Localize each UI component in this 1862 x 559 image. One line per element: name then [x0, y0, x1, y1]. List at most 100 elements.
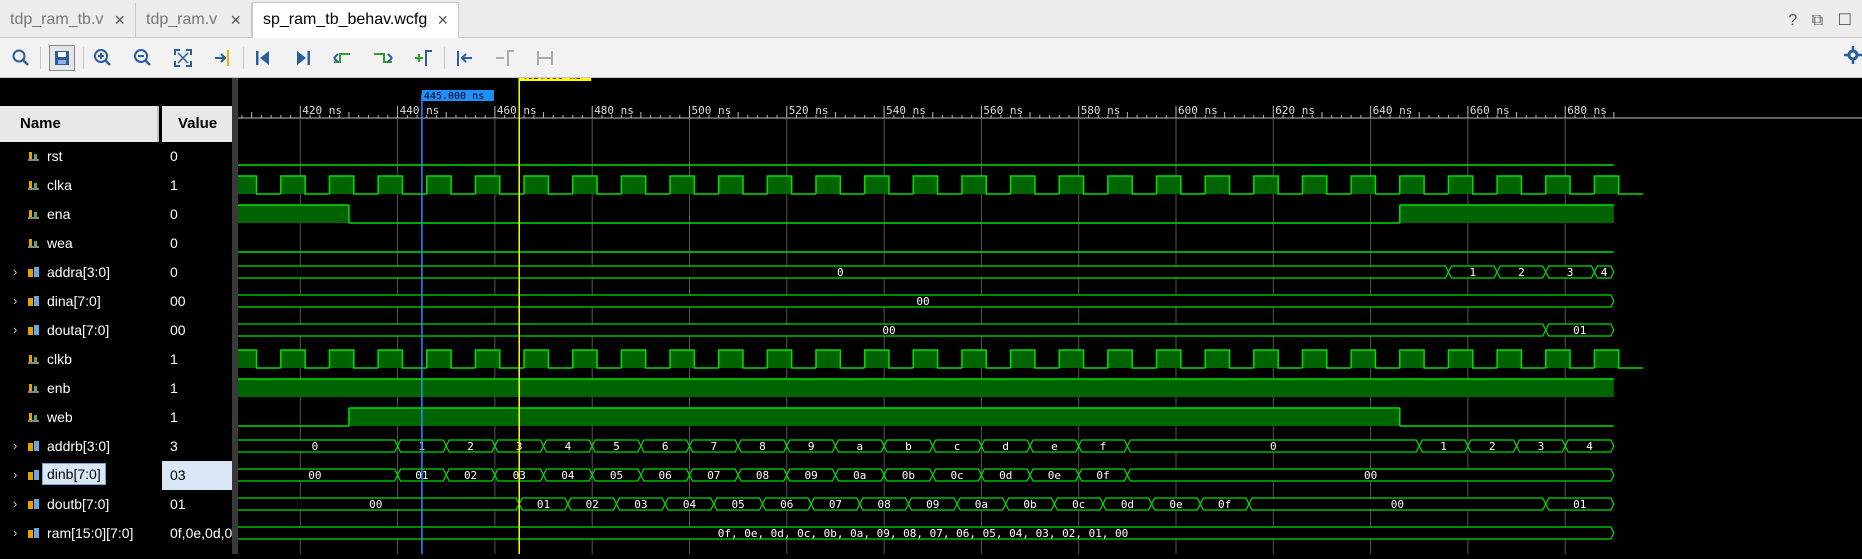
- bus-signal-icon: [28, 325, 39, 335]
- clock-high-fill: [1497, 350, 1522, 368]
- next-transition-icon[interactable]: [370, 45, 396, 71]
- next-marker-icon[interactable]: [492, 45, 518, 71]
- wave-high-fill: [1399, 205, 1614, 223]
- bus-value-label: 0b: [1023, 498, 1036, 511]
- bus-value-label: 3: [1538, 440, 1545, 453]
- signal-name: douta[7:0]: [47, 322, 110, 338]
- zoom-in-icon[interactable]: [90, 45, 116, 71]
- ruler-tick-label: 600 ns: [1178, 104, 1218, 117]
- tab-tdp-ram[interactable]: tdp_ram.v ×: [136, 3, 252, 37]
- bus-value-label: 1: [1469, 266, 1476, 279]
- wave-high-fill: [232, 379, 1614, 397]
- signal-name: addrb[3:0]: [47, 438, 111, 454]
- signal-row[interactable]: › douta[7:0]: [0, 316, 159, 345]
- ruler-tick-label: 680 ns: [1567, 104, 1607, 117]
- clock-high-fill: [1107, 176, 1133, 194]
- clock-high-fill: [718, 350, 744, 368]
- expand-chevron-icon[interactable]: ›: [13, 496, 17, 511]
- tab-tdp-ram-tb[interactable]: tdp_ram_tb.v ×: [0, 3, 136, 37]
- bit-signal-icon: [28, 181, 39, 190]
- bus-value-label: 7: [711, 440, 718, 453]
- close-icon[interactable]: ×: [114, 3, 125, 37]
- wave-high-fill: [232, 205, 349, 223]
- ruler-tick-label: 660 ns: [1470, 104, 1510, 117]
- clock-high-fill: [621, 176, 646, 194]
- signal-value: 3: [170, 438, 178, 454]
- signal-row[interactable]: web: [0, 403, 159, 432]
- signal-row[interactable]: ena: [0, 200, 159, 229]
- signal-row[interactable]: clkb: [0, 345, 159, 374]
- expand-chevron-icon[interactable]: ›: [13, 438, 17, 453]
- signal-row[interactable]: clka: [0, 171, 159, 200]
- signal-row[interactable]: › ram[15:0][7:0]: [0, 519, 159, 548]
- name-column-header[interactable]: Name: [0, 106, 159, 142]
- clock-high-fill: [1059, 350, 1084, 368]
- clock-high-fill: [1594, 350, 1619, 368]
- bus-signal-icon: [28, 296, 39, 306]
- wave-high-fill: [348, 408, 1400, 426]
- clock-high-fill: [621, 350, 646, 368]
- signal-row[interactable]: › doutb[7:0]: [0, 490, 159, 519]
- go-to-cursor-icon[interactable]: [210, 45, 236, 71]
- zoom-out-icon[interactable]: [130, 45, 156, 71]
- signal-value: 1: [170, 351, 178, 367]
- clock-high-fill: [524, 176, 549, 194]
- signal-row[interactable]: › dinb[7:0]: [0, 461, 159, 490]
- expand-chevron-icon[interactable]: ›: [13, 467, 17, 482]
- value-column-header[interactable]: Value: [162, 106, 232, 142]
- search-icon[interactable]: [8, 45, 34, 71]
- waveform-area[interactable]: 420 ns 440 ns 460 ns 480 ns 500 ns 520 ns 540 …: [202, 70, 1862, 554]
- tab-sp-ram-tb-behav-wcfg[interactable]: sp_ram_tb_behav.wcfg ×: [252, 2, 459, 39]
- bus-signal-icon: [28, 441, 39, 451]
- bus-value-label: 00: [369, 498, 382, 511]
- signal-name: ena: [47, 206, 71, 222]
- signal-row[interactable]: › addrb[3:0]: [0, 432, 159, 461]
- close-icon[interactable]: ×: [230, 3, 241, 37]
- gear-icon[interactable]: [1844, 46, 1862, 70]
- clock-high-fill: [1351, 176, 1376, 194]
- swap-cursors-icon[interactable]: [532, 45, 558, 71]
- signal-row[interactable]: rst: [0, 142, 159, 171]
- expand-chevron-icon[interactable]: ›: [13, 322, 17, 337]
- signal-value: 0: [170, 206, 178, 222]
- bit-signal-icon: [28, 210, 39, 219]
- signal-row[interactable]: enb: [0, 374, 159, 403]
- signal-name: clkb: [47, 351, 72, 367]
- previous-transition-icon[interactable]: [330, 45, 356, 71]
- bus-signal-icon: [28, 499, 39, 509]
- ruler-tick-label: 460 ns: [497, 104, 537, 117]
- signal-row[interactable]: › dina[7:0]: [0, 287, 159, 316]
- bus-value-label: 0e: [1048, 469, 1061, 482]
- ruler-tick-label: 420 ns: [302, 104, 342, 117]
- go-to-last-time-icon[interactable]: [290, 45, 316, 71]
- restore-icon[interactable]: ⧉: [1812, 12, 1823, 29]
- add-marker-icon[interactable]: [410, 45, 436, 71]
- clock-high-fill: [670, 176, 695, 194]
- bus-value-label: 05: [610, 469, 623, 482]
- clock-high-fill: [1010, 350, 1035, 368]
- signal-row[interactable]: wea: [0, 229, 159, 258]
- expand-chevron-icon[interactable]: ›: [13, 293, 17, 308]
- close-icon[interactable]: ×: [437, 3, 448, 37]
- bus-value-label: 04: [683, 498, 697, 511]
- tab-label: sp_ram_tb_behav.wcfg: [263, 11, 428, 28]
- clock-high-fill: [1205, 350, 1230, 368]
- bus-value-label: 0a: [975, 498, 988, 511]
- signal-value: 1: [170, 177, 178, 193]
- bus-value-label: 8: [759, 440, 766, 453]
- expand-chevron-icon[interactable]: ›: [13, 525, 17, 540]
- previous-marker-icon[interactable]: [452, 45, 478, 71]
- clock-high-fill: [329, 350, 354, 368]
- zoom-fit-icon[interactable]: [170, 45, 196, 71]
- signal-name: ram[15:0][7:0]: [47, 525, 134, 541]
- save-icon[interactable]: [49, 45, 75, 71]
- help-icon[interactable]: ?: [1788, 12, 1797, 29]
- clock-high-fill: [280, 176, 306, 194]
- ruler-tick-label: 580 ns: [1081, 104, 1121, 117]
- waveform-canvas[interactable]: 420 ns 440 ns 460 ns 480 ns 500 ns 520 ns 540 …: [202, 70, 1862, 554]
- signal-row[interactable]: › addra[3:0]: [0, 258, 159, 287]
- maximize-icon[interactable]: ☐: [1838, 12, 1852, 29]
- expand-chevron-icon[interactable]: ›: [13, 264, 17, 279]
- bus-value-label: 0: [312, 440, 319, 453]
- go-to-time-zero-icon[interactable]: [250, 45, 276, 71]
